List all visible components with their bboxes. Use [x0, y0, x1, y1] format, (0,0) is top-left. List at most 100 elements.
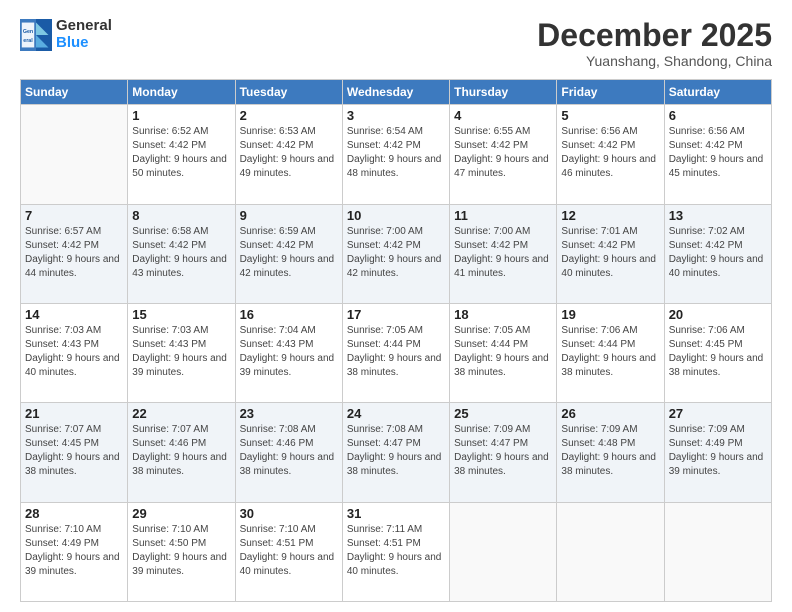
day-number: 21	[25, 406, 123, 421]
day-info: Sunrise: 7:11 AMSunset: 4:51 PMDaylight:…	[347, 523, 445, 579]
calendar-cell: 25 Sunrise: 7:09 AMSunset: 4:47 PMDayligh…	[450, 403, 557, 502]
day-info: Sunrise: 7:09 AMSunset: 4:48 PMDaylight:…	[561, 423, 659, 479]
calendar-cell: 12 Sunrise: 7:01 AMSunset: 4:42 PMDayligh…	[557, 204, 664, 303]
calendar-header-thursday: Thursday	[450, 80, 557, 105]
day-info: Sunrise: 7:07 AMSunset: 4:46 PMDaylight:…	[132, 423, 230, 479]
calendar-cell	[450, 502, 557, 601]
logo-blue-text: Blue	[56, 35, 112, 52]
day-number: 28	[25, 506, 123, 521]
day-info: Sunrise: 7:09 AMSunset: 4:47 PMDaylight:…	[454, 423, 552, 479]
day-number: 29	[132, 506, 230, 521]
day-info: Sunrise: 7:06 AMSunset: 4:44 PMDaylight:…	[561, 324, 659, 380]
calendar-cell: 29 Sunrise: 7:10 AMSunset: 4:50 PMDayligh…	[128, 502, 235, 601]
day-info: Sunrise: 7:07 AMSunset: 4:45 PMDaylight:…	[25, 423, 123, 479]
day-info: Sunrise: 7:08 AMSunset: 4:47 PMDaylight:…	[347, 423, 445, 479]
day-number: 17	[347, 307, 445, 322]
day-info: Sunrise: 6:59 AMSunset: 4:42 PMDaylight:…	[240, 225, 338, 281]
calendar-cell: 31 Sunrise: 7:11 AMSunset: 4:51 PMDayligh…	[342, 502, 449, 601]
calendar-week-row: 7 Sunrise: 6:57 AMSunset: 4:42 PMDaylight…	[21, 204, 772, 303]
day-info: Sunrise: 7:03 AMSunset: 4:43 PMDaylight:…	[132, 324, 230, 380]
day-number: 12	[561, 208, 659, 223]
day-info: Sunrise: 6:53 AMSunset: 4:42 PMDaylight:…	[240, 125, 338, 181]
day-number: 7	[25, 208, 123, 223]
day-number: 11	[454, 208, 552, 223]
calendar-header-sunday: Sunday	[21, 80, 128, 105]
day-number: 2	[240, 108, 338, 123]
day-number: 16	[240, 307, 338, 322]
day-info: Sunrise: 6:54 AMSunset: 4:42 PMDaylight:…	[347, 125, 445, 181]
calendar-cell: 19 Sunrise: 7:06 AMSunset: 4:44 PMDayligh…	[557, 303, 664, 402]
day-info: Sunrise: 7:05 AMSunset: 4:44 PMDaylight:…	[454, 324, 552, 380]
calendar-cell: 6Sunrise: 6:56 AMSunset: 4:42 PMDaylight…	[664, 105, 771, 204]
calendar-week-row: 1 Sunrise: 6:52 AMSunset: 4:42 PMDaylight…	[21, 105, 772, 204]
day-info: Sunrise: 7:00 AMSunset: 4:42 PMDaylight:…	[454, 225, 552, 281]
month-title: December 2025	[537, 18, 772, 53]
day-info: Sunrise: 7:01 AMSunset: 4:42 PMDaylight:…	[561, 225, 659, 281]
day-info: Sunrise: 6:57 AMSunset: 4:42 PMDaylight:…	[25, 225, 123, 281]
calendar-header-friday: Friday	[557, 80, 664, 105]
day-number: 3	[347, 108, 445, 123]
day-number: 23	[240, 406, 338, 421]
calendar-cell: 1 Sunrise: 6:52 AMSunset: 4:42 PMDaylight…	[128, 105, 235, 204]
day-number: 22	[132, 406, 230, 421]
calendar-header-wednesday: Wednesday	[342, 80, 449, 105]
calendar-week-row: 14 Sunrise: 7:03 AMSunset: 4:43 PMDayligh…	[21, 303, 772, 402]
calendar-cell: 7 Sunrise: 6:57 AMSunset: 4:42 PMDaylight…	[21, 204, 128, 303]
calendar-cell	[664, 502, 771, 601]
title-block: December 2025 Yuanshang, Shandong, China	[537, 18, 772, 69]
day-info: Sunrise: 7:10 AMSunset: 4:51 PMDaylight:…	[240, 523, 338, 579]
calendar-cell: 22 Sunrise: 7:07 AMSunset: 4:46 PMDayligh…	[128, 403, 235, 502]
day-number: 1	[132, 108, 230, 123]
calendar-cell: 2 Sunrise: 6:53 AMSunset: 4:42 PMDaylight…	[235, 105, 342, 204]
page: Gen eral General Blue December 2025 Yuan…	[0, 0, 792, 612]
day-info: Sunrise: 7:10 AMSunset: 4:50 PMDaylight:…	[132, 523, 230, 579]
day-number: 15	[132, 307, 230, 322]
day-info: Sunrise: 6:52 AMSunset: 4:42 PMDaylight:…	[132, 125, 230, 181]
day-number: 20	[669, 307, 767, 322]
day-number: 27	[669, 406, 767, 421]
calendar-cell: 26 Sunrise: 7:09 AMSunset: 4:48 PMDayligh…	[557, 403, 664, 502]
day-info: Sunrise: 6:58 AMSunset: 4:42 PMDaylight:…	[132, 225, 230, 281]
day-info: Sunrise: 7:04 AMSunset: 4:43 PMDaylight:…	[240, 324, 338, 380]
calendar-header-tuesday: Tuesday	[235, 80, 342, 105]
header: Gen eral General Blue December 2025 Yuan…	[20, 18, 772, 69]
day-number: 4	[454, 108, 552, 123]
day-number: 25	[454, 406, 552, 421]
day-info: Sunrise: 6:55 AMSunset: 4:42 PMDaylight:…	[454, 125, 552, 181]
day-info: Sunrise: 7:02 AMSunset: 4:42 PMDaylight:…	[669, 225, 767, 281]
calendar-cell: 9Sunrise: 6:59 AMSunset: 4:42 PMDaylight…	[235, 204, 342, 303]
day-info: Sunrise: 7:03 AMSunset: 4:43 PMDaylight:…	[25, 324, 123, 380]
calendar-week-row: 21 Sunrise: 7:07 AMSunset: 4:45 PMDayligh…	[21, 403, 772, 502]
calendar-cell	[557, 502, 664, 601]
calendar-cell: 5 Sunrise: 6:56 AMSunset: 4:42 PMDaylight…	[557, 105, 664, 204]
day-number: 24	[347, 406, 445, 421]
calendar-cell: 13 Sunrise: 7:02 AMSunset: 4:42 PMDayligh…	[664, 204, 771, 303]
day-number: 19	[561, 307, 659, 322]
calendar-cell: 3 Sunrise: 6:54 AMSunset: 4:42 PMDaylight…	[342, 105, 449, 204]
day-info: Sunrise: 6:56 AMSunset: 4:42 PMDaylight:…	[561, 125, 659, 181]
location: Yuanshang, Shandong, China	[537, 53, 772, 69]
day-number: 18	[454, 307, 552, 322]
calendar-header-row: SundayMondayTuesdayWednesdayThursdayFrid…	[21, 80, 772, 105]
day-info: Sunrise: 6:56 AMSunset: 4:42 PMDaylight:…	[669, 125, 767, 181]
day-number: 26	[561, 406, 659, 421]
calendar-cell: 17Sunrise: 7:05 AMSunset: 4:44 PMDayligh…	[342, 303, 449, 402]
calendar-cell: 15 Sunrise: 7:03 AMSunset: 4:43 PMDayligh…	[128, 303, 235, 402]
day-info: Sunrise: 7:06 AMSunset: 4:45 PMDaylight:…	[669, 324, 767, 380]
day-info: Sunrise: 7:09 AMSunset: 4:49 PMDaylight:…	[669, 423, 767, 479]
calendar-cell: 30Sunrise: 7:10 AMSunset: 4:51 PMDayligh…	[235, 502, 342, 601]
calendar-cell: 18 Sunrise: 7:05 AMSunset: 4:44 PMDayligh…	[450, 303, 557, 402]
calendar-cell: 16 Sunrise: 7:04 AMSunset: 4:43 PMDayligh…	[235, 303, 342, 402]
calendar-cell: 23Sunrise: 7:08 AMSunset: 4:46 PMDayligh…	[235, 403, 342, 502]
day-number: 14	[25, 307, 123, 322]
svg-text:eral: eral	[23, 38, 33, 44]
calendar-week-row: 28Sunrise: 7:10 AMSunset: 4:49 PMDayligh…	[21, 502, 772, 601]
logo-icon: Gen eral	[20, 19, 52, 51]
logo-text: General Blue	[56, 18, 112, 51]
calendar-cell: 8Sunrise: 6:58 AMSunset: 4:42 PMDaylight…	[128, 204, 235, 303]
calendar-cell: 11 Sunrise: 7:00 AMSunset: 4:42 PMDayligh…	[450, 204, 557, 303]
day-number: 5	[561, 108, 659, 123]
day-number: 31	[347, 506, 445, 521]
day-number: 13	[669, 208, 767, 223]
day-number: 10	[347, 208, 445, 223]
